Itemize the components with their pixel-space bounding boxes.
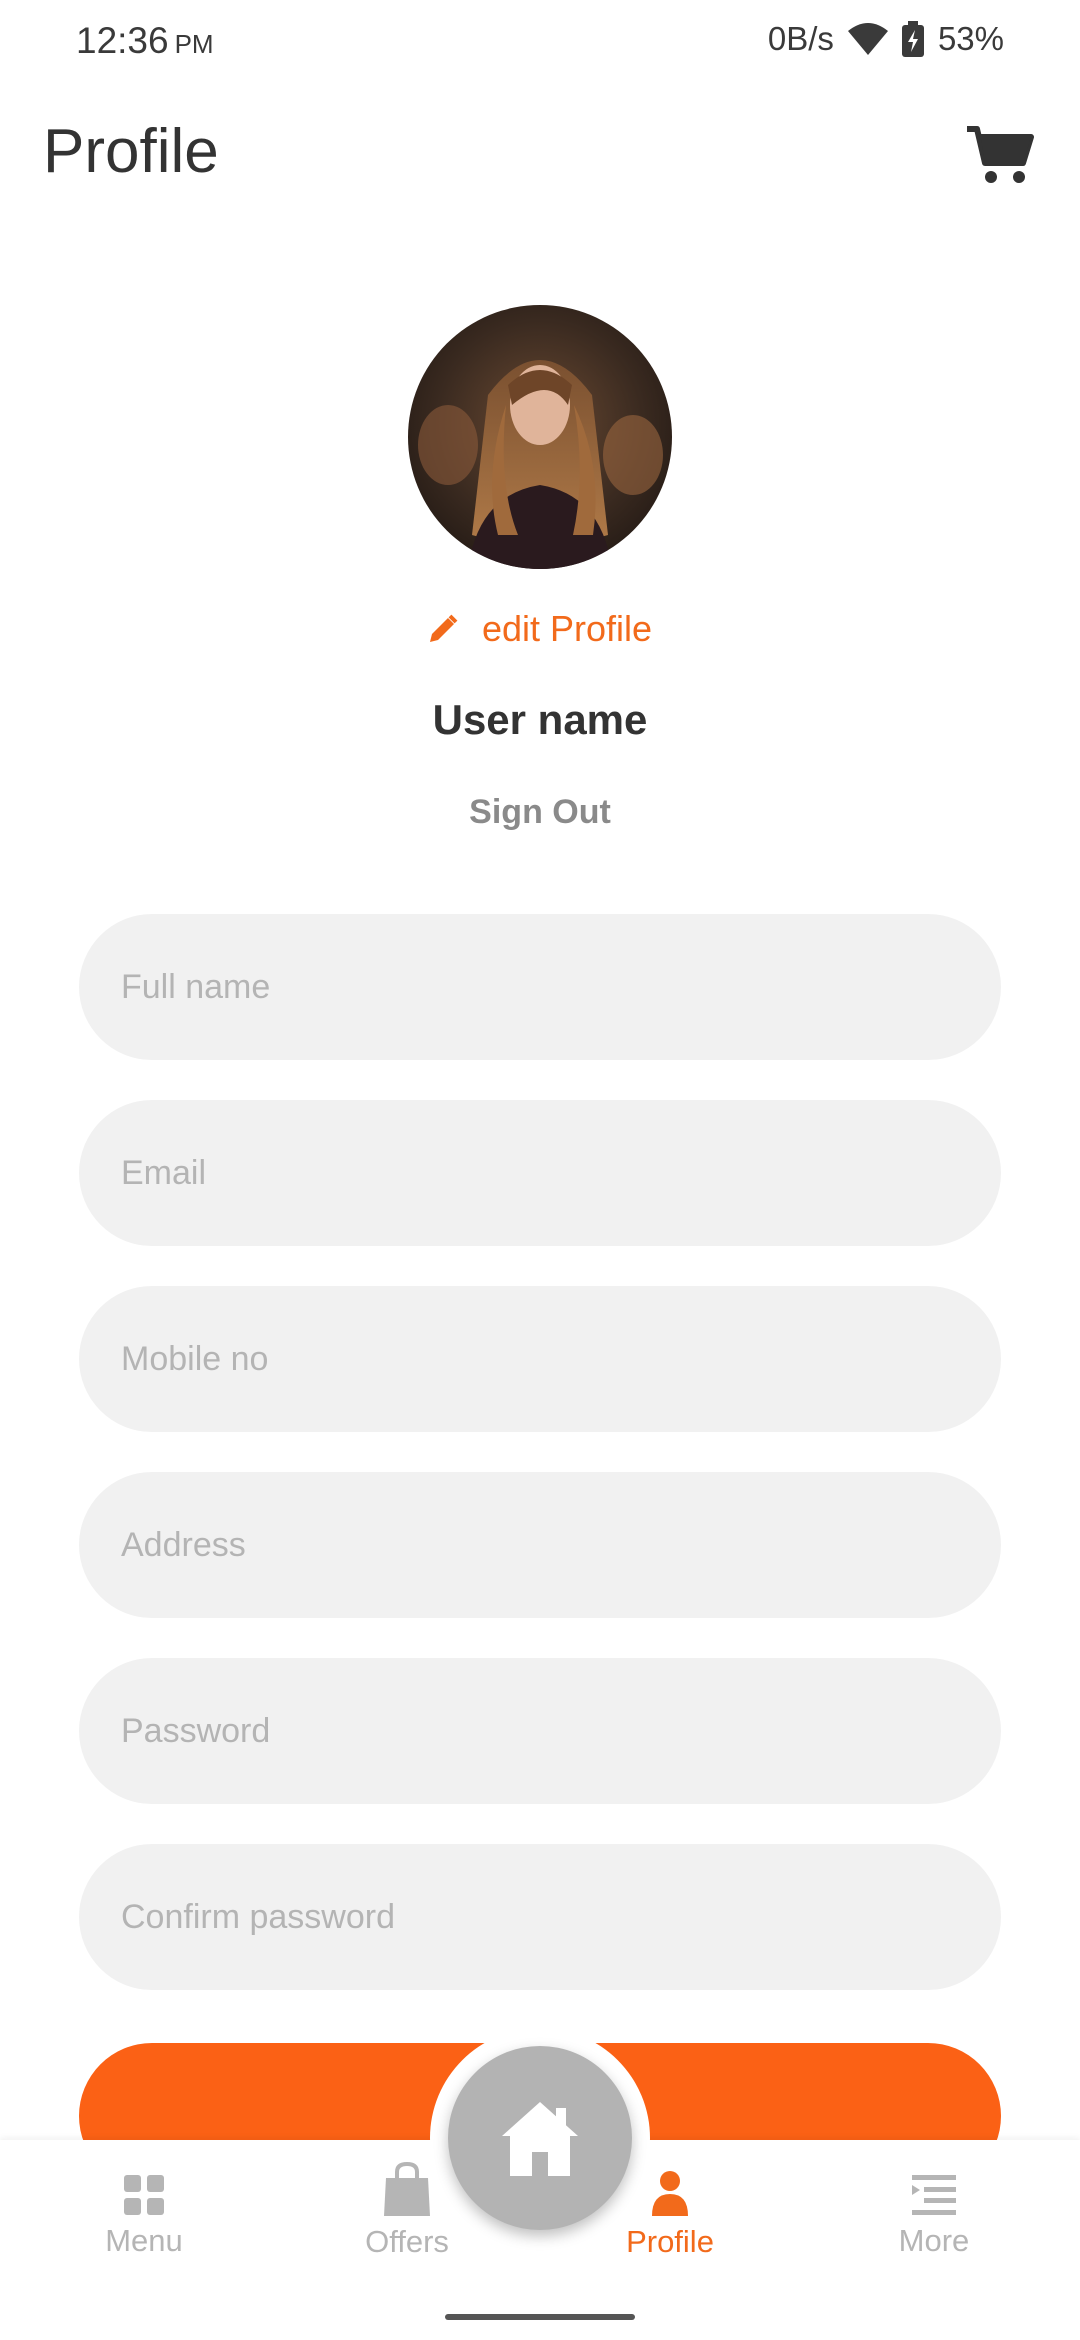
nav-item-more[interactable]: More: [834, 2175, 1034, 2259]
home-icon: [502, 2102, 578, 2176]
nav-label-more: More: [898, 2223, 970, 2258]
password-input[interactable]: [79, 1658, 1001, 1804]
nav-label-offers: Offers: [365, 2224, 449, 2259]
nav-label-menu: Menu: [105, 2223, 183, 2258]
status-time-ampm: PM: [174, 29, 214, 59]
grid-icon: [124, 2175, 164, 2215]
mobile-input[interactable]: [79, 1286, 1001, 1432]
status-time: 12:36 PM: [76, 20, 214, 62]
pencil-icon: [429, 614, 458, 642]
app-header: Profile: [0, 100, 1080, 210]
confirm-password-input[interactable]: [79, 1844, 1001, 1990]
status-indicators: 0B/s 53%: [768, 20, 1004, 58]
network-speed: 0B/s: [767, 20, 834, 57]
nav-item-menu[interactable]: Menu: [44, 2175, 244, 2259]
page-title: Profile: [43, 117, 219, 186]
person-icon: [652, 2171, 688, 2216]
shopping-bag-icon: [384, 2162, 430, 2216]
address-input[interactable]: [79, 1472, 1001, 1618]
full-name-input[interactable]: [79, 914, 1001, 1060]
cart-button[interactable]: [960, 120, 1040, 190]
list-icon: [912, 2175, 956, 2215]
battery-level: 53%: [937, 20, 1004, 57]
edit-profile-label: edit Profile: [481, 608, 653, 649]
sign-out-button[interactable]: Sign Out: [0, 793, 1080, 832]
status-bar: 12:36 PM 0B/s 53%: [0, 0, 1080, 86]
wifi-icon: [847, 23, 888, 55]
edit-profile-button[interactable]: edit Profile: [0, 608, 1080, 650]
cart-icon: [967, 126, 1034, 183]
battery-icon: [901, 21, 924, 57]
home-button[interactable]: [448, 2046, 632, 2230]
status-time-value: 12:36: [76, 20, 169, 61]
avatar: [408, 305, 672, 569]
user-name: User name: [432, 696, 648, 743]
email-input[interactable]: [79, 1100, 1001, 1246]
gesture-bar: [445, 2314, 635, 2320]
